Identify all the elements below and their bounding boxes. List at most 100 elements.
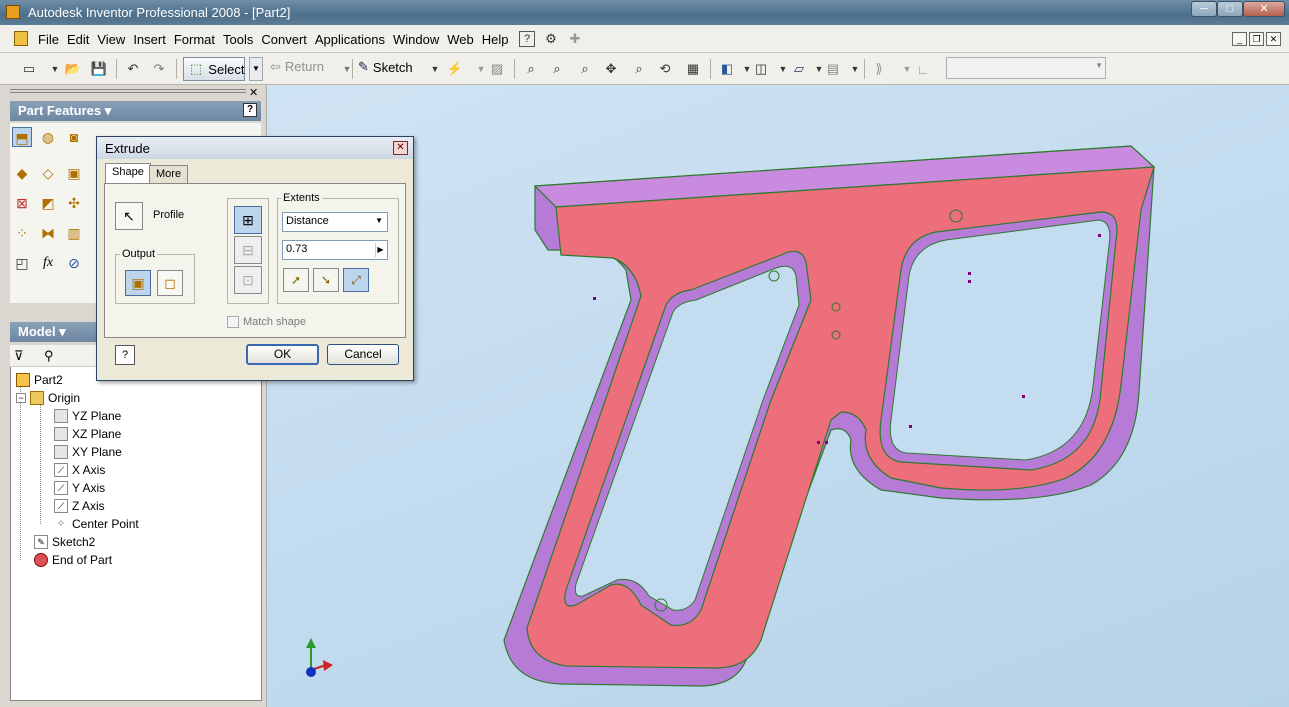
intersect-button[interactable]: ⊡ [234, 266, 262, 294]
menu-insert[interactable]: Insert [129, 32, 170, 47]
output-solid-button[interactable]: ▣ [125, 270, 151, 296]
revolve-icon[interactable]: ◍ [38, 127, 58, 147]
zoom-icon[interactable]: ⌕ [574, 58, 596, 80]
mdi-minimize-button[interactable]: _ [1232, 32, 1247, 46]
return-dropdown-icon[interactable]: ▼ [336, 58, 358, 80]
open-file-icon[interactable]: 📂 [62, 58, 84, 80]
profile-select-button[interactable]: ↖ [115, 202, 143, 230]
select-button[interactable]: ⬚ Select [183, 57, 245, 81]
project-icon[interactable]: ▨ [486, 58, 508, 80]
mirror-icon[interactable]: ⧓ [38, 223, 58, 243]
tree-item-y-axis[interactable]: ⟋ Y Axis [54, 479, 105, 497]
cancel-button[interactable]: Cancel [327, 344, 399, 365]
select-dropdown-button[interactable]: ▼ [249, 57, 263, 81]
shadow-icon[interactable]: ▤ [822, 58, 844, 80]
style-combo[interactable]: ▼ [946, 57, 1106, 79]
tree-item-end-of-part[interactable]: End of Part [34, 551, 112, 569]
tree-item-xz-plane[interactable]: XZ Plane [54, 425, 121, 443]
insert-ifeature-icon[interactable]: ⊘ [64, 253, 84, 273]
pan-icon[interactable]: ✥ [600, 58, 622, 80]
sketch-button[interactable]: ✎ Sketch [358, 59, 413, 75]
cut-button[interactable]: ⊟ [234, 236, 262, 264]
menu-file[interactable]: File [34, 32, 63, 47]
output-surface-button[interactable]: ◻ [157, 270, 183, 296]
face-draft-icon[interactable]: ◩ [38, 193, 58, 213]
tree-item-z-axis[interactable]: ⟋ Z Axis [54, 497, 105, 515]
tree-item-center-point[interactable]: ✧ Center Point [54, 515, 138, 533]
menu-convert[interactable]: Convert [257, 32, 311, 47]
end-of-part-tool-icon[interactable]: ⟫ [868, 58, 890, 80]
display-mode-icon[interactable]: ◧ [716, 58, 738, 80]
mdi-close-button[interactable]: ✕ [1266, 32, 1281, 46]
tab-more[interactable]: More [149, 165, 189, 184]
graphics-viewport[interactable] [266, 85, 1289, 707]
direction-2-button[interactable]: ➘ [313, 268, 339, 292]
menu-format[interactable]: Format [170, 32, 219, 47]
tree-item-x-axis[interactable]: ⟋ X Axis [54, 461, 105, 479]
tree-item-part2[interactable]: Part2 [16, 371, 63, 389]
derived-component-icon[interactable]: ◰ [12, 253, 32, 273]
collapse-toggle-icon[interactable]: − [16, 393, 26, 403]
tree-item-yz-plane[interactable]: YZ Plane [54, 407, 121, 425]
extents-type-select[interactable]: Distance ▼ [282, 212, 388, 232]
look-at-icon[interactable]: ▦ [682, 58, 704, 80]
parameters-icon[interactable]: fx [38, 253, 58, 273]
menu-view[interactable]: View [93, 32, 129, 47]
whats-new-icon[interactable]: ⚙ [543, 31, 559, 47]
part-model[interactable] [267, 85, 1289, 707]
sheet-metal-icon[interactable]: ∟ [912, 58, 934, 80]
document-icon[interactable] [14, 31, 28, 46]
zoom-selected-icon[interactable]: ⌕ [628, 58, 650, 80]
tab-shape[interactable]: Shape [105, 163, 151, 184]
dialog-title-bar[interactable]: Extrude ✕ [97, 137, 413, 159]
minimize-button[interactable]: ─ [1191, 1, 1217, 17]
ok-button[interactable]: OK [246, 344, 319, 365]
join-button[interactable]: ⊞ [234, 206, 262, 234]
sketch-dropdown-icon[interactable]: ▼ [424, 58, 446, 80]
thread-icon[interactable]: ✣ [64, 193, 84, 213]
rotate-icon[interactable]: ⟲ [654, 58, 676, 80]
zoom-window-icon[interactable]: ⌕ [546, 58, 568, 80]
menu-window[interactable]: Window [389, 32, 443, 47]
return-button[interactable]: ⇦ Return [270, 59, 324, 75]
close-window-button[interactable]: ✕ [1243, 1, 1285, 17]
hole-icon[interactable]: ◙ [64, 127, 84, 147]
distance-input[interactable]: 0.73 ▶ [282, 240, 388, 260]
shell-icon[interactable]: ▣ [64, 163, 84, 183]
menu-tools[interactable]: Tools [219, 32, 257, 47]
add-icon[interactable]: ✚ [567, 31, 583, 47]
part-features-header[interactable]: Part Features ▾ ? [10, 101, 261, 121]
symmetric-button[interactable]: ⤢ [343, 268, 369, 292]
chamfer-icon[interactable]: ◇ [38, 163, 58, 183]
part-features-help-icon[interactable]: ? [243, 103, 257, 117]
dialog-help-button[interactable]: ? [115, 345, 135, 365]
menu-applications[interactable]: Applications [311, 32, 389, 47]
tree-item-origin[interactable]: − Origin [16, 389, 80, 407]
zoom-all-icon[interactable]: ⌕ [520, 58, 542, 80]
new-file-icon[interactable]: ▭ [18, 58, 40, 80]
panel-close-icon[interactable]: ✕ [249, 86, 258, 99]
shadow-dropdown-icon[interactable]: ▼ [844, 58, 866, 80]
dialog-close-button[interactable]: ✕ [393, 141, 408, 155]
undo-icon[interactable]: ↶ [122, 58, 144, 80]
inventor-app-icon[interactable] [6, 5, 20, 19]
chevron-right-icon[interactable]: ▶ [375, 243, 385, 257]
match-shape-checkbox[interactable]: Match shape [227, 316, 306, 328]
work-plane-icon[interactable]: ▥ [64, 223, 84, 243]
pattern-icon[interactable]: ⁘ [12, 223, 32, 243]
redo-icon[interactable]: ↷ [148, 58, 170, 80]
menu-edit[interactable]: Edit [63, 32, 93, 47]
save-icon[interactable]: 💾 [88, 58, 110, 80]
panel-grip[interactable] [10, 89, 246, 93]
maximize-button[interactable]: □ [1217, 1, 1243, 17]
direction-1-button[interactable]: ➚ [283, 268, 309, 292]
mdi-restore-button[interactable]: ❐ [1249, 32, 1264, 46]
find-binoculars-icon[interactable]: ⚲ [44, 348, 54, 364]
tree-item-sketch2[interactable]: ✎ Sketch2 [34, 533, 95, 551]
menu-web[interactable]: Web [443, 32, 478, 47]
update-icon[interactable]: ⚡ [444, 58, 466, 80]
ground-plane-icon[interactable]: ▱ [788, 58, 810, 80]
camera-icon[interactable]: ◫ [750, 58, 772, 80]
fillet-icon[interactable]: ◆ [12, 163, 32, 183]
menu-help[interactable]: Help [478, 32, 513, 47]
